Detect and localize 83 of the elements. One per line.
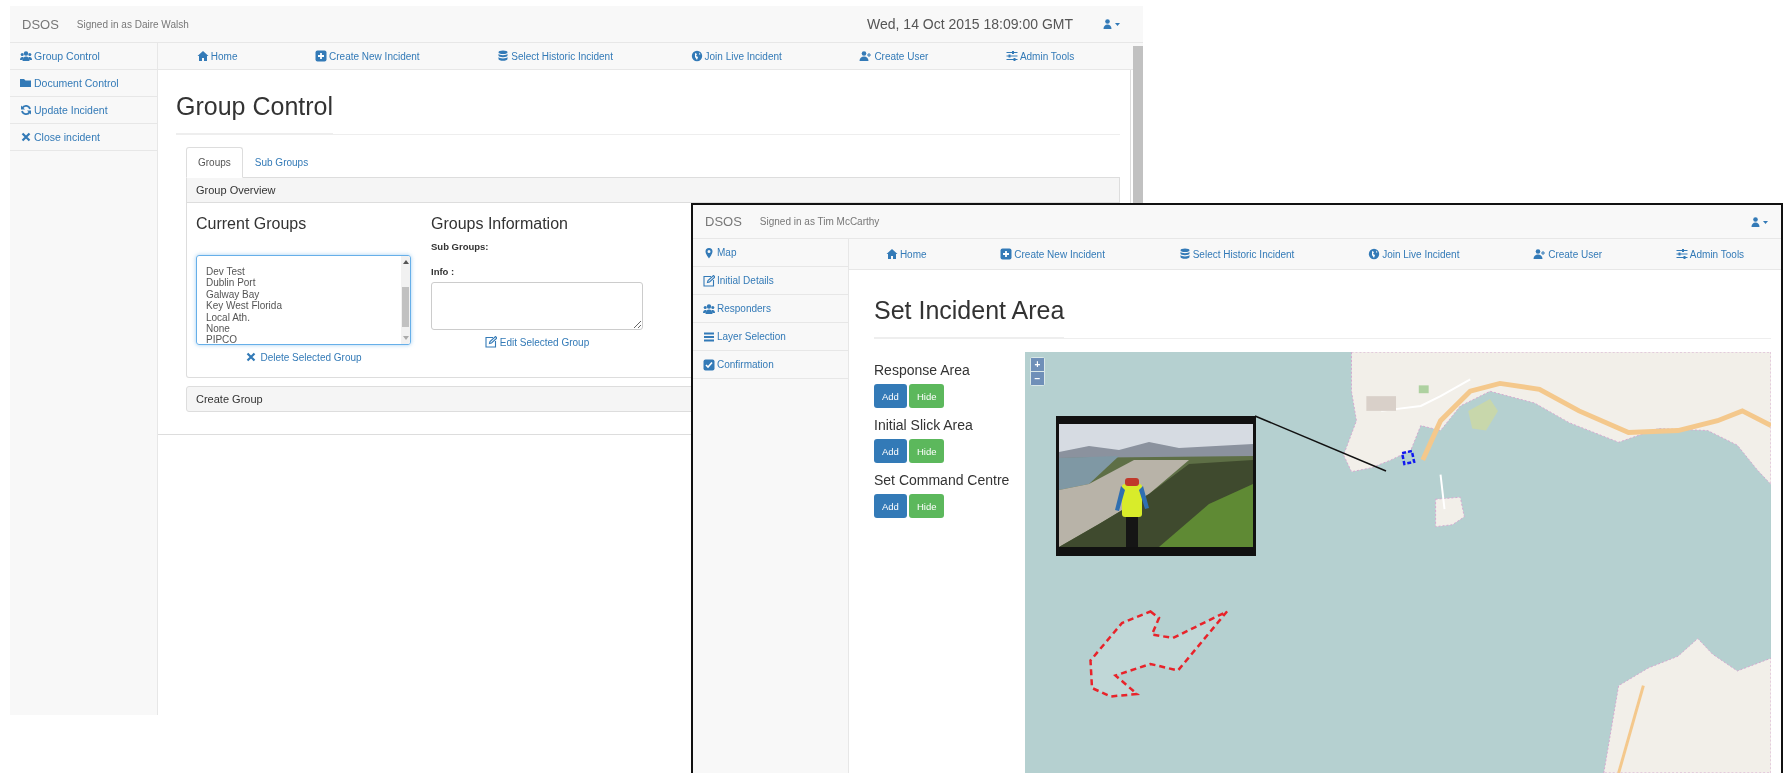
section-heading: Initial Slick Area: [874, 417, 974, 434]
list-option[interactable]: Dublin Port: [206, 277, 401, 289]
users-icon: [703, 302, 715, 315]
brand-name[interactable]: DSOS: [705, 214, 742, 229]
add-button[interactable]: Add: [874, 384, 907, 408]
section-heading: Set Command Centre: [874, 472, 1011, 489]
hide-button[interactable]: Hide: [908, 384, 945, 408]
nav-link[interactable]: Join Live Incident: [690, 50, 782, 62]
sidebar-item[interactable]: Group Control: [10, 43, 157, 70]
edit-group-link[interactable]: Edit Selected Group: [484, 336, 590, 348]
checkbox-icon: [703, 358, 715, 371]
list-option[interactable]: None: [206, 323, 401, 335]
plus-square-icon: [1000, 248, 1013, 260]
nav-link[interactable]: Join Live Incident: [1368, 248, 1460, 260]
database-icon: [497, 50, 510, 62]
user-menu-icon[interactable]: [1103, 19, 1121, 29]
close-icon: [20, 131, 32, 143]
nav-link[interactable]: Home: [885, 248, 927, 260]
home-icon: [885, 248, 898, 260]
section-heading: Groups Information: [431, 215, 569, 233]
field-label: Info :: [431, 266, 456, 277]
close-icon: [245, 351, 258, 363]
database-icon: [1178, 248, 1191, 260]
list-icon: [703, 330, 715, 343]
home-icon: [196, 50, 209, 62]
nav-link[interactable]: Create User: [859, 50, 929, 62]
group-list[interactable]: Dev Test Dublin Port Galway Bay Key West Florida Local Ath. None PIPCO: [196, 255, 411, 345]
user-plus-icon: [859, 50, 873, 62]
list-option[interactable]: PIPCO: [206, 334, 401, 344]
list-option[interactable]: Local Ath.: [206, 311, 401, 324]
delete-group-link[interactable]: Delete Selected Group: [245, 351, 362, 363]
folder-icon: [20, 77, 32, 89]
list-option[interactable]: Key West Florida: [206, 300, 401, 312]
user-menu-icon[interactable]: [1751, 216, 1769, 227]
sliders-icon: [1005, 50, 1018, 62]
add-button[interactable]: Add: [874, 494, 907, 518]
nav-link[interactable]: Home: [196, 50, 238, 62]
sidebar-item[interactable]: Update Incident: [10, 97, 157, 124]
nav-link[interactable]: Admin Tools: [1675, 248, 1745, 260]
field-label: Sub Groups:: [431, 241, 490, 252]
date-time: Wed, 14 Oct 2015 18:09:00 GMT: [867, 16, 1073, 32]
signed-in-text: Signed in as Daire Walsh: [76, 18, 189, 30]
page-title: Set Incident Area: [874, 296, 1065, 338]
tab[interactable]: Sub Groups: [242, 147, 321, 178]
nav-link[interactable]: Create User: [1533, 248, 1603, 260]
sidebar-item[interactable]: Document Control: [10, 70, 157, 97]
nav-link[interactable]: Select Historic Incident: [497, 50, 613, 62]
edit-icon: [484, 336, 497, 348]
list-option[interactable]: Dev Test: [206, 266, 401, 278]
brand-name[interactable]: DSOS: [22, 16, 59, 32]
globe-icon: [690, 50, 703, 62]
list-option[interactable]: Galway Bay: [206, 288, 401, 301]
refresh-icon: [20, 104, 32, 116]
edit-icon: [703, 274, 715, 287]
sidebar-item[interactable]: Responders: [693, 295, 848, 323]
info-field[interactable]: [431, 282, 643, 330]
sidebar-item[interactable]: Map: [693, 239, 848, 267]
section-heading: Response Area: [874, 362, 971, 379]
scrollbar[interactable]: [401, 256, 410, 344]
nav-link[interactable]: Create New Incident: [1000, 248, 1105, 260]
globe-icon: [1368, 248, 1381, 260]
panel-title[interactable]: Create Group: [196, 393, 263, 405]
users-icon: [20, 50, 32, 62]
hide-button[interactable]: Hide: [908, 494, 945, 518]
hide-button[interactable]: Hide: [908, 439, 945, 463]
scroll-up-icon[interactable]: [402, 259, 409, 265]
add-button[interactable]: Add: [874, 439, 907, 463]
tab[interactable]: Groups: [186, 147, 243, 178]
nav-link[interactable]: Admin Tools: [1005, 50, 1075, 62]
section-heading: Current Groups: [196, 215, 308, 233]
sidebar-item[interactable]: Close incident: [10, 124, 157, 151]
sliders-icon: [1675, 248, 1688, 260]
map-pin-icon: [703, 246, 715, 259]
sidebar-item[interactable]: Confirmation: [693, 351, 848, 379]
plus-square-icon: [315, 50, 328, 62]
nav-link[interactable]: Create New Incident: [315, 50, 420, 62]
sidebar-item[interactable]: Layer Selection: [693, 323, 848, 351]
signed-in-text: Signed in as Tim McCarthy: [759, 216, 880, 227]
nav-link[interactable]: Select Historic Incident: [1178, 248, 1295, 260]
panel-header[interactable]: Group Overview: [187, 178, 1119, 203]
sidebar-item[interactable]: Initial Details: [693, 267, 848, 295]
user-plus-icon: [1533, 248, 1547, 260]
page-title: Group Control: [176, 92, 334, 134]
